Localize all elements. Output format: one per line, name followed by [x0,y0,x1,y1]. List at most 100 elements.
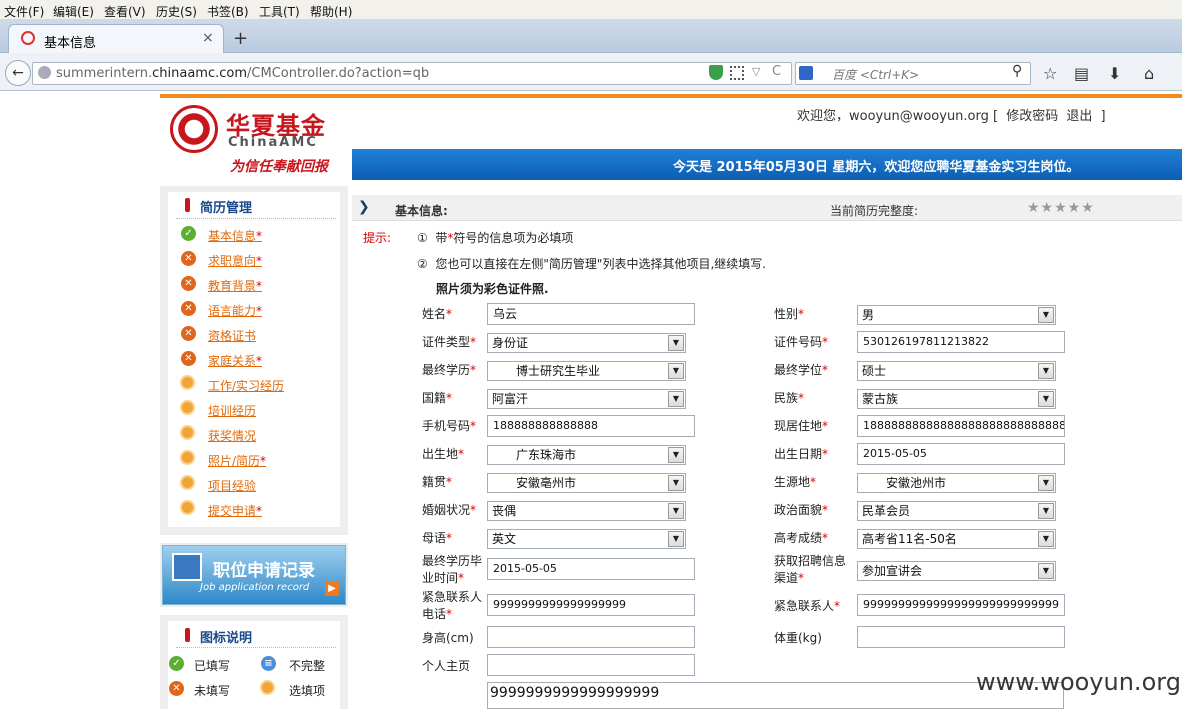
download-icon[interactable]: ⬇ [1108,64,1121,83]
emergency-phone-label: 紧急联系人电话* [422,590,483,621]
record-title[interactable]: 职位申请记录 [213,556,315,581]
menu-file[interactable]: 文件(F) [4,3,44,20]
emergency-phone-input[interactable]: 9999999999999999999 [487,594,695,616]
incomplete-status-icon: ≡ [261,656,276,671]
sidebar-item-language[interactable]: 语言能力* [208,302,262,319]
chevron-down-icon[interactable]: ▽ [752,65,760,78]
qr-code-icon[interactable] [730,66,744,80]
mobile-input[interactable]: 188888888888888 [487,415,695,437]
name-input[interactable]: 乌云 [487,303,695,325]
menu-edit[interactable]: 编辑(E) [53,3,94,20]
logo-slogan: 为信任奉献回报 [230,159,328,175]
chevron-down-icon: ▼ [1038,363,1054,379]
mother-tongue-select[interactable]: 英文 ▼ [487,529,686,549]
record-subtitle[interactable]: Job application record [200,582,309,593]
chevron-down-icon: ▼ [668,503,684,519]
weight-input[interactable] [857,626,1065,648]
tip-2: ② 您也可以直接在左侧"简历管理"列表中选择其他项目,继续填写. [417,257,767,271]
birthplace-select[interactable]: 广东珠海市 ▼ [487,445,686,465]
sidebar-item-projects[interactable]: 项目经验 [208,477,256,494]
star-bookmark-icon[interactable]: ☆ [1043,64,1057,83]
sidebar-item-certificates[interactable]: 资格证书 [208,327,256,344]
search-icon[interactable]: ⚲ [1012,63,1022,79]
mother-tongue-label: 母语* [422,531,453,545]
origin-select[interactable]: 安徽池州市 ▼ [857,473,1056,493]
missing-status-icon: ✕ [181,276,196,291]
sidebar-item-family[interactable]: 家庭关系* [208,352,262,369]
search-engine-icon[interactable] [799,66,813,80]
height-label: 身高(cm) [422,631,474,645]
sidebar-item-job-intention[interactable]: 求职意向* [208,252,262,269]
menu-bookmarks[interactable]: 书签(B) [207,3,249,20]
sidebar-item-awards[interactable]: 获奖情况 [208,427,256,444]
tab-title: 基本信息 [44,36,97,51]
sidebar-item-training[interactable]: 培训经历 [208,402,256,419]
globe-icon [38,66,51,79]
sidebar-item-basic-info[interactable]: 基本信息* [208,227,262,244]
url-text[interactable]: summerintern.chinaamc.com/CMController.d… [56,66,429,81]
height-input[interactable] [487,626,695,648]
sidebar-item-photo-resume[interactable]: 照片/简历* [208,452,266,469]
change-password-link[interactable]: 修改密码 [1006,109,1058,124]
search-placeholder[interactable]: 百度 <Ctrl+K> [832,66,919,83]
marital-select[interactable]: 丧偶 ▼ [487,501,686,521]
completeness-label: 当前简历完整度: [830,204,919,218]
resume-management-title: 简历管理 [200,201,253,216]
legend-done: 已填写 [194,659,231,673]
welcome-text: 欢迎您，wooyun@wooyun.org [ [797,109,999,124]
sidebar-item-work-experience[interactable]: 工作/实习经历 [208,377,284,394]
chevron-down-icon: ▼ [668,391,684,407]
sidebar-item-submit[interactable]: 提交申请* [208,502,262,519]
shield-icon[interactable] [709,65,723,80]
reload-icon[interactable]: C [772,64,781,79]
divider [176,218,336,219]
native-place-select[interactable]: 安徽亳州市 ▼ [487,473,686,493]
id-number-input[interactable]: 530126197811213822 [857,331,1065,353]
legend-missing: 未填写 [194,684,231,698]
optional-status-icon [180,500,195,515]
new-tab-button[interactable]: + [233,28,248,49]
residence-input[interactable]: 1888888888888888888888888888888888 [857,415,1065,437]
political-select[interactable]: 民革会员 ▼ [857,501,1056,521]
birth-date-input[interactable]: 2015-05-05 [857,443,1065,465]
home-icon[interactable]: ⌂ [1144,64,1154,83]
section-title: 基本信息: [395,204,448,218]
tab-active[interactable] [8,24,224,53]
ethnicity-select[interactable]: 蒙古族 ▼ [857,389,1056,409]
gender-label: 性别* [774,307,805,321]
missing-status-icon: ✕ [181,251,196,266]
reading-list-icon[interactable]: ▤ [1074,64,1089,83]
nationality-label: 国籍* [422,391,453,405]
back-button[interactable]: ← [5,60,31,86]
arrow-right-icon[interactable]: ▶ [325,582,339,596]
emergency-contact-label: 紧急联系人* [774,599,841,613]
exam-score-select[interactable]: 高考省11名-50名 ▼ [857,529,1056,549]
chevron-down-icon: ▼ [1038,391,1054,407]
menu-tools[interactable]: 工具(T) [259,3,300,20]
id-type-select[interactable]: 身份证 ▼ [487,333,686,353]
menu-help[interactable]: 帮助(H) [310,3,352,20]
menu-view[interactable]: 查看(V) [104,3,146,20]
completeness-stars: ★★★★★ [1027,200,1095,216]
education-select[interactable]: 博士研究生毕业 ▼ [487,361,686,381]
welcome-bar: 欢迎您，wooyun@wooyun.org [ 修改密码 退出 ] [797,105,1110,124]
native-place-label: 籍贯* [422,475,453,489]
menu-history[interactable]: 历史(S) [156,3,197,20]
homepage-input[interactable] [487,654,695,676]
missing-status-icon: ✕ [181,326,196,341]
done-status-icon: ✓ [169,656,184,671]
degree-label: 最终学位* [774,363,829,377]
homepage-label: 个人主页 [422,659,471,673]
tab-close-icon[interactable]: × [202,30,214,46]
sidebar-item-education[interactable]: 教育背景* [208,277,262,294]
emergency-contact-input[interactable]: 9999999999999999999999999999 [857,594,1065,616]
graduation-time-input[interactable]: 2015-05-05 [487,558,695,580]
degree-select[interactable]: 硕士 ▼ [857,361,1056,381]
optional-status-icon [180,475,195,490]
channel-select[interactable]: 参加宣讲会 ▼ [857,561,1056,581]
nationality-select[interactable]: 阿富汗 ▼ [487,389,686,409]
logout-link[interactable]: 退出 [1066,109,1092,124]
optional-status-icon [260,680,275,695]
exam-score-label: 高考成绩* [774,531,829,545]
gender-select[interactable]: 男 ▼ [857,305,1056,325]
